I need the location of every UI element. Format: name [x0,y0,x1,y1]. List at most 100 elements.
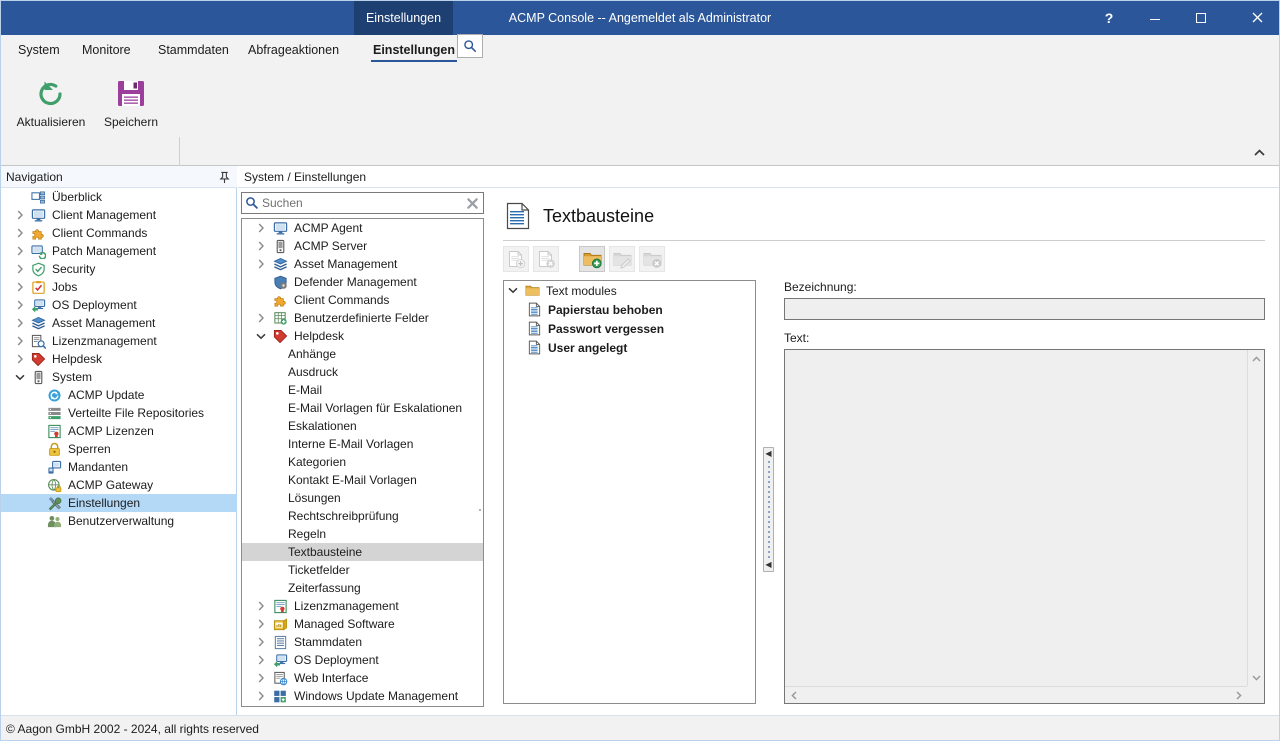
sidebar-item-sperren[interactable]: Sperren [0,440,237,458]
pin-icon[interactable] [216,169,232,185]
close-button[interactable] [1234,0,1280,35]
sidebar-item-berblick[interactable]: Überblick [0,188,237,206]
save-button[interactable]: Speichern [92,73,170,139]
settings-tree-item-os-deployment[interactable]: OS Deployment [242,651,483,669]
settings-tree-item-lizenzmanagement[interactable]: Lizenzmanagement [242,597,483,615]
settings-tree-item-defender-management[interactable]: Defender Management [242,273,483,291]
chevron-right-icon[interactable] [12,224,28,242]
bezeichnung-input[interactable] [784,298,1265,320]
chevron-right-icon[interactable] [252,219,270,237]
sidebar-item-benutzerverwaltung[interactable]: Benutzerverwaltung [0,512,237,530]
settings-tree-item-zeiterfassung[interactable]: Zeiterfassung [242,579,483,597]
settings-tree-item-l-sungen[interactable]: Lösungen [242,489,483,507]
new-folder-button[interactable] [579,246,605,272]
chevron-down-icon[interactable] [12,368,28,386]
splitter-collapse-top-icon[interactable]: ◀ [765,450,771,458]
text-editor-vertical-scrollbar[interactable] [1247,350,1264,686]
text-editor-body[interactable] [785,350,1247,686]
sidebar-item-verteilte-file-repositories[interactable]: Verteilte File Repositories [0,404,237,422]
text-editor-horizontal-scrollbar[interactable] [785,686,1247,703]
settings-tree-item-benutzerdefinierte-felder[interactable]: Benutzerdefinierte Felder [242,309,483,327]
settings-tree-item-interne-e-mail-vorlagen[interactable]: Interne E-Mail Vorlagen [242,435,483,453]
navigation-list[interactable]: Überblick Client Management Client Command… [0,188,237,715]
menu-system[interactable]: System [8,35,70,65]
sidebar-item-acmp-update[interactable]: ACMP Update [0,386,237,404]
sidebar-item-mandanten[interactable]: Mandanten [0,458,237,476]
settings-tree-item-web-interface[interactable]: Web Interface [242,669,483,687]
chevron-right-icon[interactable] [12,296,28,314]
sidebar-item-system[interactable]: System [0,368,237,386]
settings-tree-item-managed-software[interactable]: Managed Software [242,615,483,633]
panel-splitter[interactable]: ◀ ◀ [763,447,774,572]
settings-tree-item-e-mail-vorlagen-f-r-eskalationen[interactable]: E-Mail Vorlagen für Eskalationen [242,399,483,417]
settings-tree-item-client-commands[interactable]: Client Commands [242,291,483,309]
chevron-up-icon[interactable] [1248,350,1265,367]
chevron-right-icon[interactable] [252,687,270,705]
chevron-right-icon[interactable] [12,242,28,260]
sidebar-item-acmp-gateway[interactable]: ACMP Gateway [0,476,237,494]
settings-tree-item-asset-management[interactable]: Asset Management [242,255,483,273]
settings-tree-item-regeln[interactable]: Regeln [242,525,483,543]
settings-tree-item-stammdaten[interactable]: Stammdaten [242,633,483,651]
settings-tree-item-acmp-server[interactable]: ACMP Server [242,237,483,255]
chevron-down-icon[interactable] [504,281,522,300]
chevron-right-icon[interactable] [12,332,28,350]
settings-tree-item-acmp-agent[interactable]: ACMP Agent [242,219,483,237]
sidebar-item-asset-management[interactable]: Asset Management [0,314,237,332]
settings-tree-item-textbausteine[interactable]: Textbausteine [242,543,483,561]
chevron-right-icon[interactable] [252,615,270,633]
sidebar-item-acmp-lizenzen[interactable]: ACMP Lizenzen [0,422,237,440]
sidebar-item-security[interactable]: Security [0,260,237,278]
settings-tree[interactable]: ACMP Agent ACMP Server Asset Management Def… [241,218,484,707]
text-module-item[interactable]: User angelegt [504,338,755,357]
settings-tree-item-helpdesk[interactable]: Helpdesk [242,327,483,345]
sidebar-item-einstellungen[interactable]: Einstellungen [0,494,237,512]
active-module-tab[interactable]: Einstellungen [354,0,453,35]
sidebar-item-helpdesk[interactable]: Helpdesk [0,350,237,368]
settings-tree-item-kontakt-e-mail-vorlagen[interactable]: Kontakt E-Mail Vorlagen [242,471,483,489]
settings-tree-item-anh-nge[interactable]: Anhänge [242,345,483,363]
settings-tree-item-ausdruck[interactable]: Ausdruck [242,363,483,381]
chevron-right-icon[interactable] [252,651,270,669]
chevron-right-icon[interactable] [12,350,28,368]
chevron-right-icon[interactable] [252,633,270,651]
search-box[interactable] [241,192,484,214]
chevron-down-icon[interactable] [252,327,270,345]
menu-stammdaten[interactable]: Stammdaten [148,35,239,65]
menu-einstellungen[interactable]: Einstellungen [363,35,465,65]
settings-tree-item-rechtschreibpr-fung[interactable]: Rechtschreibprüfung [242,507,483,525]
chevron-right-icon[interactable] [252,597,270,615]
ribbon-collapse-button[interactable] [1248,143,1270,163]
text-editor[interactable] [784,349,1265,704]
sidebar-item-jobs[interactable]: Jobs [0,278,237,296]
chevron-right-icon[interactable] [12,314,28,332]
sidebar-item-os-deployment[interactable]: OS Deployment [0,296,237,314]
sidebar-item-patch-management[interactable]: Patch Management [0,242,237,260]
chevron-down-icon[interactable] [1248,669,1265,686]
menu-search-button[interactable] [457,34,483,58]
sidebar-item-client-management[interactable]: Client Management [0,206,237,224]
chevron-right-icon[interactable] [252,237,270,255]
help-button[interactable]: ? [1086,0,1132,35]
chevron-right-icon[interactable] [12,206,28,224]
chevron-right-icon[interactable] [252,255,270,273]
settings-tree-item-kategorien[interactable]: Kategorien [242,453,483,471]
settings-tree-item-windows-update-management[interactable]: Windows Update Management [242,687,483,705]
chevron-right-icon[interactable] [252,669,270,687]
chevron-right-icon[interactable] [12,260,28,278]
text-modules-folder[interactable]: Text modules [504,281,755,300]
settings-tree-item-eskalationen[interactable]: Eskalationen [242,417,483,435]
chevron-right-icon[interactable] [1230,687,1247,704]
chevron-right-icon[interactable] [12,278,28,296]
text-module-item[interactable]: Passwort vergessen [504,319,755,338]
settings-tree-item-e-mail[interactable]: E-Mail [242,381,483,399]
menu-monitore[interactable]: Monitore [72,35,141,65]
splitter-collapse-bottom-icon[interactable]: ◀ [765,561,771,569]
chevron-right-icon[interactable] [252,309,270,327]
refresh-button[interactable]: Aktualisieren [12,73,90,139]
text-modules-tree[interactable]: Text modules Papierstau behoben Passwort v… [503,280,756,704]
sidebar-item-lizenzmanagement[interactable]: Lizenzmanagement [0,332,237,350]
sidebar-item-client-commands[interactable]: Client Commands [0,224,237,242]
text-module-item[interactable]: Papierstau behoben [504,300,755,319]
clear-x-icon[interactable] [461,193,483,213]
